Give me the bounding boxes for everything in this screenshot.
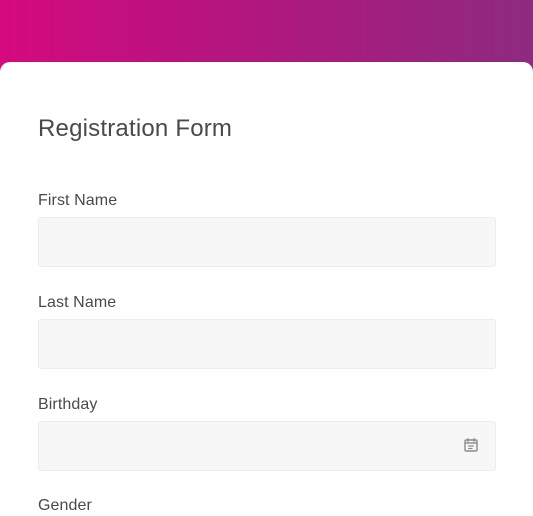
registration-page: Registration Form First Name Last Name B… [0,0,533,516]
page-title: Registration Form [38,115,233,142]
registration-card: Registration Form First Name Last Name B… [0,62,533,516]
birthday-label: Birthday [38,396,98,413]
gender-label: Gender [38,497,92,514]
calendar-icon[interactable] [463,437,479,453]
first-name-label: First Name [38,192,118,209]
last-name-label: Last Name [38,294,117,311]
birthday-input[interactable] [38,421,496,471]
first-name-input[interactable] [38,217,496,267]
last-name-input[interactable] [38,319,496,369]
